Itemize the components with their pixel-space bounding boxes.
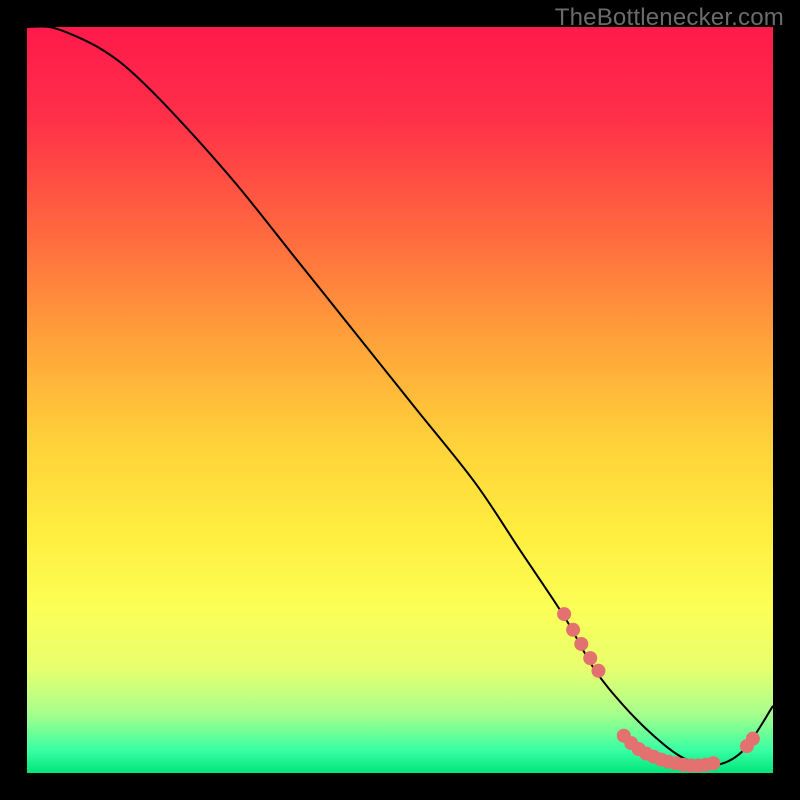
plot-area	[27, 27, 773, 773]
marker-dot	[574, 637, 588, 651]
marker-dot	[591, 664, 605, 678]
watermark-label: TheBottlenecker.com	[555, 4, 784, 32]
marker-dot	[566, 623, 580, 637]
marker-dot	[706, 756, 720, 770]
gradient-background	[27, 27, 773, 773]
marker-dot	[583, 651, 597, 665]
marker-dot	[557, 607, 571, 621]
chart-frame: TheBottlenecker.com	[0, 0, 800, 800]
plot-svg	[27, 27, 773, 773]
marker-dot	[746, 732, 760, 746]
